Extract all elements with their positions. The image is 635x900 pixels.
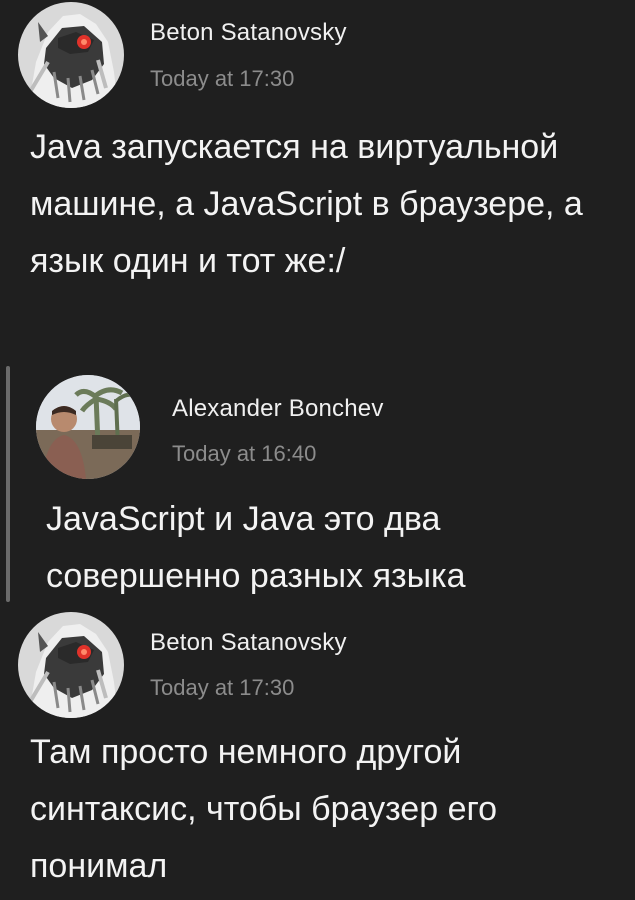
message-timestamp: Today at 17:30 [150, 675, 295, 700]
wolf-avatar-icon[interactable] [18, 612, 124, 718]
message-author[interactable]: Beton Satanovsky [150, 19, 347, 47]
message-text: Там просто немного другой синтаксис, что… [30, 733, 498, 885]
chat-message: Beton Satanovsky Today at 17:30 Java зап… [0, 0, 635, 360]
message-author[interactable]: Beton Satanovsky [150, 629, 347, 657]
chat-message: Beton Satanovsky Today at 17:30 Там прос… [0, 604, 635, 900]
message-timestamp: Today at 16:40 [172, 441, 317, 466]
message-text: JavaScript и Java это два совершенно раз… [46, 500, 466, 595]
quoted-message[interactable]: Alexander Bonchev Today at 16:40 JavaScr… [0, 366, 635, 602]
photo-avatar-icon[interactable] [36, 375, 140, 479]
message-text: Java запускается на виртуальной машине, … [30, 128, 583, 280]
message-timestamp: Today at 17:30 [150, 66, 295, 91]
message-author[interactable]: Alexander Bonchev [172, 395, 384, 423]
chat-thread: Beton Satanovsky Today at 17:30 Java зап… [0, 0, 635, 900]
wolf-avatar-icon[interactable] [18, 2, 124, 108]
